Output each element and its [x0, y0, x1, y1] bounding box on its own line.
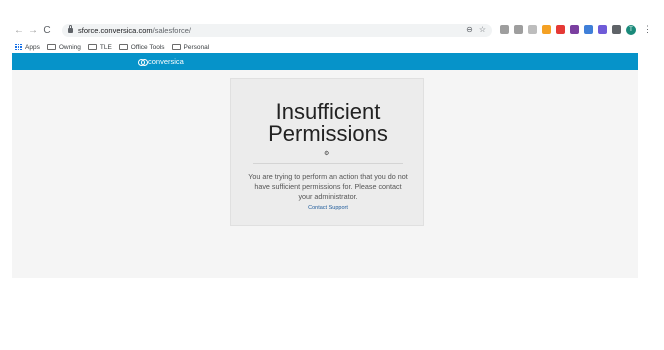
- zoom-icon[interactable]: ⊖: [466, 25, 473, 34]
- page-title: Insufficient Permissions: [231, 101, 425, 145]
- divider: [253, 163, 403, 164]
- bookmark-label: Personal: [183, 43, 210, 51]
- ext-2-icon[interactable]: [514, 25, 523, 34]
- bookmark-label: Office Tools: [130, 43, 165, 51]
- apps-grid-icon: [15, 43, 22, 51]
- bookmark-office-tools[interactable]: Office Tools: [118, 43, 165, 51]
- page-content: conversica Insufficient Permissions ⚙ Yo…: [12, 53, 638, 278]
- folder-icon: [87, 44, 97, 50]
- bookmark-apps[interactable]: Apps: [15, 43, 40, 51]
- bookmark-tle[interactable]: TLE: [87, 43, 112, 51]
- lock-icon: [68, 25, 73, 33]
- error-message: You are trying to perform an action that…: [248, 172, 408, 201]
- bookmark-apps-label: Apps: [25, 43, 40, 51]
- url-host: sforce.conversica.com: [78, 26, 153, 35]
- ext-9-icon[interactable]: [612, 25, 621, 34]
- bookmarks-bar: Apps Owning TLE Office Tools Personal: [12, 40, 638, 54]
- url-path: /salesforce/: [152, 26, 191, 35]
- conversica-logo-icon: [138, 58, 148, 66]
- folder-icon: [171, 44, 181, 50]
- ext-8-icon[interactable]: [598, 25, 607, 34]
- url-text[interactable]: sforce.conversica.com/salesforce/: [78, 26, 191, 35]
- contact-support-link[interactable]: Contact Support: [231, 205, 425, 211]
- ext-6-icon[interactable]: [570, 25, 579, 34]
- site-header: conversica: [12, 53, 638, 70]
- browser-menu-icon[interactable]: ⋮: [643, 24, 652, 35]
- bookmark-label: TLE: [99, 43, 112, 51]
- address-bar[interactable]: sforce.conversica.com/salesforce/ ⊖ ☆: [62, 24, 492, 37]
- bookmark-label: Owning: [58, 43, 81, 51]
- title-line-2: Permissions: [268, 121, 388, 146]
- title-line-1: Insufficient: [275, 99, 381, 124]
- browser-window: ← → C sforce.conversica.com/salesforce/ …: [12, 20, 652, 278]
- bookmark-personal[interactable]: Personal: [171, 43, 210, 51]
- brand-logo[interactable]: conversica: [138, 57, 184, 66]
- ext-7-icon[interactable]: [584, 25, 593, 34]
- ext-1-icon[interactable]: [500, 25, 509, 34]
- back-button[interactable]: ←: [12, 23, 26, 37]
- bookmark-owning[interactable]: Owning: [46, 43, 81, 51]
- folder-icon: [118, 44, 128, 50]
- ext-3-icon[interactable]: [528, 25, 537, 34]
- reload-button[interactable]: C: [40, 23, 54, 37]
- settings-icon: ⚙: [324, 151, 330, 157]
- extensions-bar: T ⋮: [500, 24, 652, 35]
- profile-avatar[interactable]: T: [626, 24, 636, 35]
- folder-icon: [46, 44, 56, 50]
- error-card: Insufficient Permissions ⚙ You are tryin…: [230, 78, 424, 226]
- ext-4-icon[interactable]: [542, 25, 551, 34]
- ext-5-icon[interactable]: [556, 25, 565, 34]
- brand-name: conversica: [148, 57, 184, 66]
- bookmark-star-icon[interactable]: ☆: [479, 25, 486, 34]
- forward-button[interactable]: →: [26, 23, 40, 37]
- browser-toolbar: ← → C sforce.conversica.com/salesforce/ …: [12, 20, 652, 40]
